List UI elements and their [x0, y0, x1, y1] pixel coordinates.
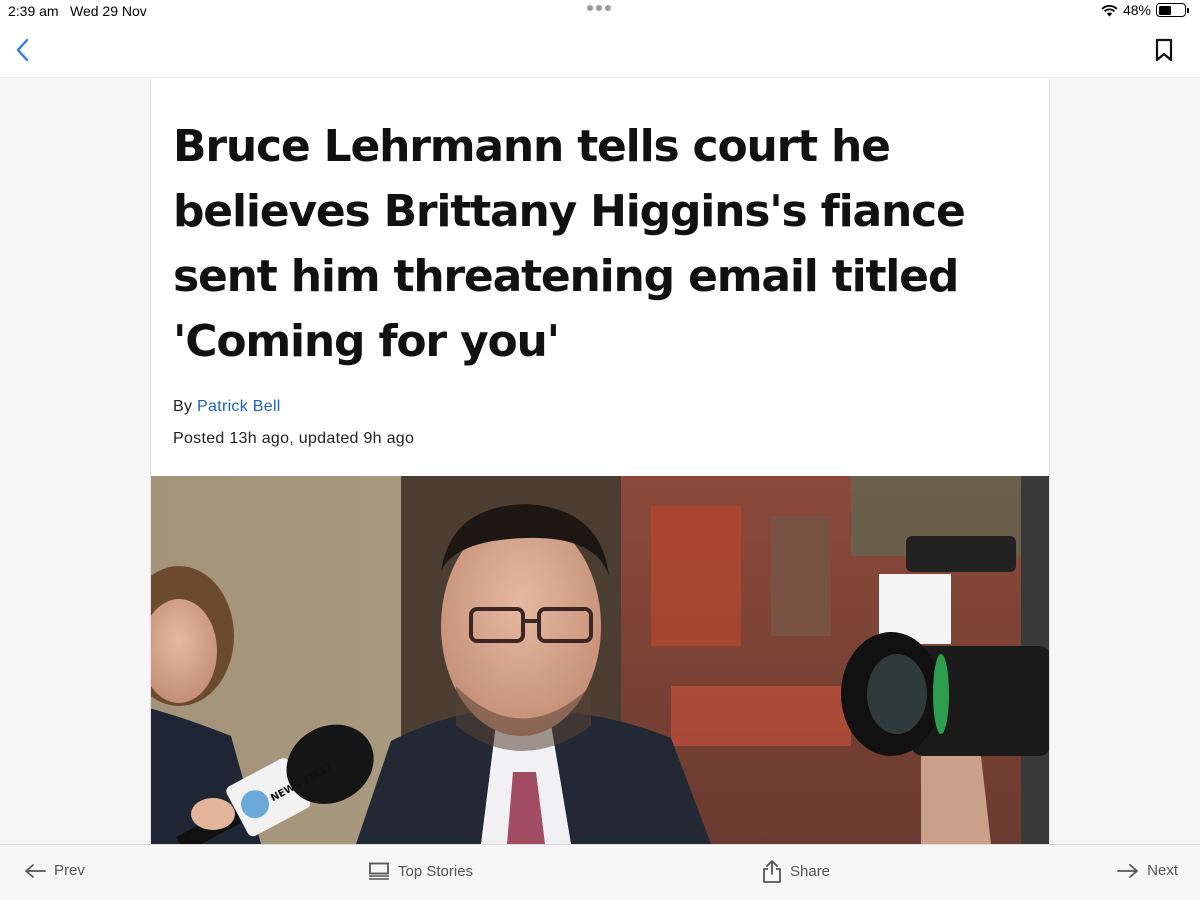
top-stories-label: Top Stories	[398, 862, 474, 880]
chevron-left-icon	[16, 38, 29, 62]
top-stories-button[interactable]: Top Stories	[368, 862, 473, 880]
multitasking-dots-icon[interactable]	[587, 5, 611, 11]
laptop-icon	[369, 862, 389, 880]
battery-level-fill	[1158, 5, 1171, 15]
share-icon	[763, 860, 781, 883]
posted-timestamp: Posted 13h ago, updated 9h ago	[173, 430, 415, 447]
hero-photo: NEWS FIRST	[151, 476, 1049, 844]
prev-label: Prev	[54, 862, 85, 879]
arrow-right-icon	[1117, 863, 1139, 878]
status-indicators: 48%	[1101, 2, 1189, 18]
battery-icon	[1156, 3, 1189, 17]
share-label: Share	[790, 862, 831, 880]
status-bar: 2:39 am Wed 29 Nov 48%	[0, 0, 1200, 22]
status-time: 2:39 am	[8, 3, 59, 19]
navigation-bar	[0, 22, 1200, 78]
arrow-left-icon	[25, 863, 46, 878]
wifi-icon	[1101, 4, 1118, 16]
bottom-toolbar: Prev Top Stories Share Next	[0, 844, 1200, 900]
article: Bruce Lehrmann tells court he believes B…	[150, 78, 1050, 844]
byline: By Patrick Bell	[173, 398, 281, 416]
author-link[interactable]: Patrick Bell	[197, 398, 281, 415]
back-button[interactable]	[8, 34, 36, 66]
battery-percent: 48%	[1122, 2, 1151, 18]
bookmark-button[interactable]	[1152, 36, 1176, 64]
share-button[interactable]: Share	[762, 859, 830, 883]
bookmark-icon	[1155, 38, 1173, 62]
status-date: Wed 29 Nov	[70, 3, 147, 19]
article-headline: Bruce Lehrmann tells court he believes B…	[173, 121, 966, 367]
byline-prefix: By	[173, 398, 193, 415]
next-label: Next	[1147, 862, 1178, 879]
next-button[interactable]: Next	[1117, 862, 1178, 879]
prev-button[interactable]: Prev	[24, 862, 85, 879]
